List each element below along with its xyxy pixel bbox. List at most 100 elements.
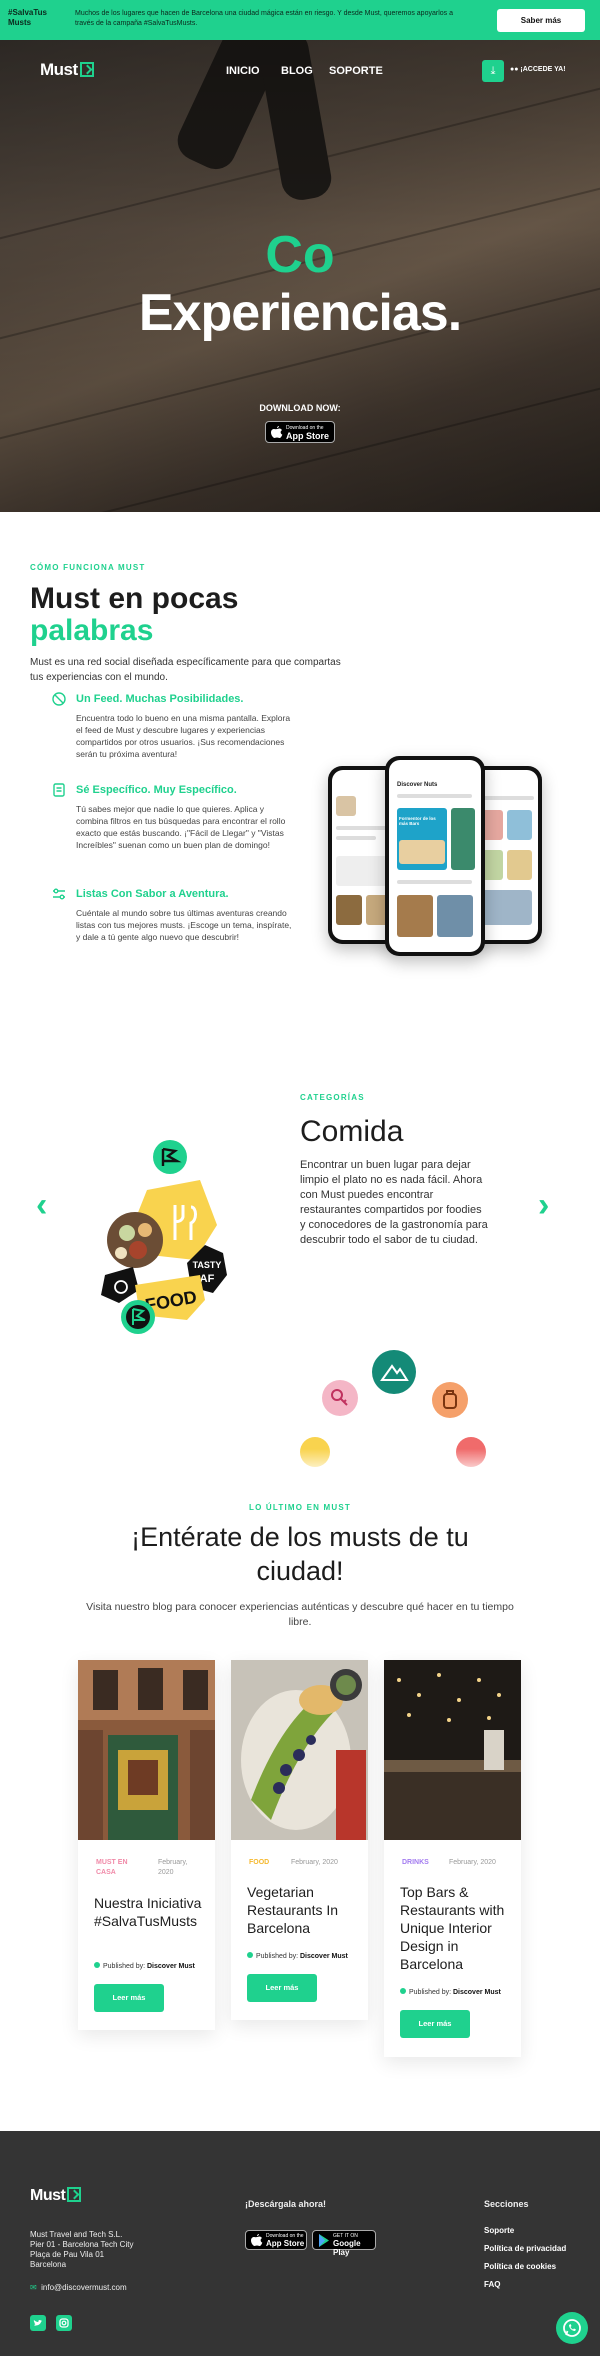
blog-card-published: Published by: Discover Must	[247, 1952, 348, 1960]
blog-card-image	[384, 1660, 521, 1840]
feature-title-listas: Listas Con Sabor a Aventura.	[76, 888, 229, 900]
blog-card-image	[78, 1660, 215, 1840]
phone-card-title: Formentor de los más Bars	[399, 816, 436, 826]
feature-title-feed: Un Feed. Muchas Posibilidades.	[76, 693, 244, 705]
footer-appstore-button[interactable]: Download on the App Store	[245, 2230, 307, 2250]
how-title: Must en pocas	[30, 582, 239, 615]
category-bubble-orange[interactable]	[432, 1382, 468, 1418]
sticker-tasty: TASTY	[193, 1260, 222, 1270]
category-text: Encontrar un buen lugar para dejar limpi…	[300, 1159, 488, 1246]
category-bubble-teal[interactable]	[372, 1350, 416, 1394]
blog-card-date: February, 2020	[449, 1859, 496, 1866]
blog-card[interactable]: MUST EN CASA February, 2020 Nuestra Inic…	[78, 1660, 215, 2030]
footer-link-privacidad[interactable]: Política de privacidad	[484, 2244, 566, 2253]
download-icon[interactable]: ⤓	[482, 60, 504, 82]
key-icon	[331, 1389, 348, 1406]
blog-card-published: Published by: Discover Must	[400, 1988, 501, 1996]
footer-email[interactable]: ✉ info@discovermust.com	[30, 2283, 127, 2292]
prev-arrow-icon[interactable]: ‹	[36, 1186, 47, 1225]
blog-card-title[interactable]: Vegetarian Restaurants In Barcelona	[247, 1883, 357, 1937]
category-bubble-pink[interactable]	[322, 1380, 358, 1416]
address-line: Must Travel and Tech S.L.	[30, 2230, 123, 2239]
footer-googleplay-button[interactable]: GET IT ON Google Play	[312, 2230, 376, 2257]
category-title: Comida	[300, 1115, 404, 1148]
footer-link-faq[interactable]: FAQ	[484, 2280, 500, 2289]
leer-mas-button[interactable]: Leer más	[247, 1974, 317, 2002]
flag-icon	[67, 2187, 82, 2202]
target-icon	[52, 692, 66, 706]
hero-title-co: Co	[265, 226, 335, 284]
blog-card-image	[231, 1660, 368, 1840]
list-icon	[53, 888, 65, 900]
footer-logo-text: Must	[30, 2187, 66, 2204]
top-banner: #SalvaTus Musts Muchos de los lugares qu…	[0, 0, 600, 40]
feature-text-feed: Encuentra todo lo bueno en una misma pan…	[76, 713, 291, 759]
address-line: Plaça de Pau Vila 01	[30, 2250, 105, 2259]
food-illustration: TASTY AF FOOD	[101, 1140, 227, 1334]
accede-label: ¡ACCEDE YA!	[520, 66, 566, 73]
nav-blog[interactable]: BLOG	[281, 65, 313, 77]
phone-screen-title: Discover Nuts	[397, 782, 438, 788]
feature-text-listas: Cuéntale al mundo sobre tus últimas aven…	[76, 908, 292, 942]
sections-title: Secciones	[484, 2199, 529, 2209]
banner-tag: #SalvaTus Musts	[8, 8, 47, 27]
feature-title-especifico: Sé Específico. Muy Específico.	[76, 784, 237, 796]
blog-subtitle: Visita nuestro blog para conocer experie…	[86, 1601, 514, 1628]
phone-center: Discover Nuts Formentor de los más Bars	[385, 756, 485, 956]
logo-text: Must	[40, 60, 78, 79]
blog-title: ¡Entérate de los musts de tu ciudad!	[131, 1522, 469, 1586]
how-intro: Must es una red social diseñada específi…	[30, 657, 341, 683]
instagram-icon[interactable]	[56, 2315, 72, 2331]
blog-card-category: MUST EN CASA	[96, 1859, 128, 1876]
blog-card[interactable]: DRINKS February, 2020 Top Bars & Restaur…	[384, 1660, 521, 2057]
next-arrow-icon[interactable]: ›	[538, 1186, 549, 1225]
address-line: Barcelona	[30, 2260, 67, 2269]
blog-card-published: Published by: Discover Must	[94, 1962, 195, 1970]
nav-inicio[interactable]: INICIO	[226, 65, 260, 77]
whatsapp-icon	[563, 2319, 581, 2337]
footer-link-cookies[interactable]: Política de cookies	[484, 2262, 556, 2271]
footer-link-soporte[interactable]: Soporte	[484, 2226, 514, 2235]
flag-icon	[79, 62, 94, 77]
footer-logo[interactable]: Must	[30, 2187, 82, 2205]
apple-android-icon: ●●	[510, 66, 521, 73]
filter-icon	[53, 783, 65, 797]
svg-text:AF: AF	[200, 1273, 215, 1285]
backpack-icon	[443, 1390, 457, 1409]
banner-text: Muchos de los lugares que hacen de Barce…	[75, 10, 453, 27]
twitter-icon[interactable]	[30, 2315, 46, 2331]
fade-overlay	[0, 1449, 600, 1489]
hero-appstore-button[interactable]: Download on the App Store	[265, 421, 335, 443]
address-line: Pier 01 - Barcelona Tech City	[30, 2240, 134, 2249]
leer-mas-button[interactable]: Leer más	[400, 2010, 470, 2038]
categories-eyebrow: CATEGORÍAS	[300, 1093, 365, 1102]
blog-card-category: FOOD	[249, 1859, 270, 1866]
apple-icon	[251, 2234, 263, 2246]
feature-text-especifico: Tú sabes mejor que nadie lo que quieres.…	[76, 804, 286, 850]
blog-card[interactable]: FOOD February, 2020 Vegetarian Restauran…	[231, 1660, 368, 2020]
blog-card-title[interactable]: Nuestra Iniciativa #SalvaTusMusts	[94, 1894, 204, 1930]
email-text: info@discovermust.com	[41, 2283, 127, 2292]
how-title-green: palabras	[30, 614, 154, 647]
blog-eyebrow: LO ÚLTIMO EN MUST	[248, 1503, 352, 1512]
nav-soporte[interactable]: SOPORTE	[329, 65, 383, 77]
google-play-icon	[319, 2234, 329, 2247]
whatsapp-button[interactable]	[556, 2312, 588, 2344]
download-now-label: DOWNLOAD NOW:	[259, 403, 341, 413]
accede-ya-link[interactable]: ●● ¡ACCEDE YA!	[510, 66, 566, 73]
saber-mas-button[interactable]: Saber más	[497, 9, 585, 32]
leer-mas-button[interactable]: Leer más	[94, 1984, 164, 2012]
appstore-big-text: App Store	[266, 2239, 305, 2248]
header-logo[interactable]: Must	[40, 60, 94, 80]
appstore-big-text: App Store	[286, 431, 330, 441]
mountain-icon	[380, 1364, 409, 1381]
apple-icon	[271, 426, 283, 438]
footer-address: Must Travel and Tech S.L. Pier 01 - Barc…	[30, 2230, 133, 2270]
how-eyebrow: CÓMO FUNCIONA MUST	[30, 563, 146, 572]
blog-card-date: February, 2020	[291, 1859, 338, 1866]
googleplay-big-text: Google Play	[333, 2239, 361, 2257]
blog-card-category: DRINKS	[402, 1859, 429, 1866]
hero-title-experiencias: Experiencias.	[138, 284, 462, 342]
blog-card-date: February, 2020	[158, 1859, 188, 1876]
blog-card-title[interactable]: Top Bars & Restaurants with Unique Inter…	[400, 1883, 510, 1973]
